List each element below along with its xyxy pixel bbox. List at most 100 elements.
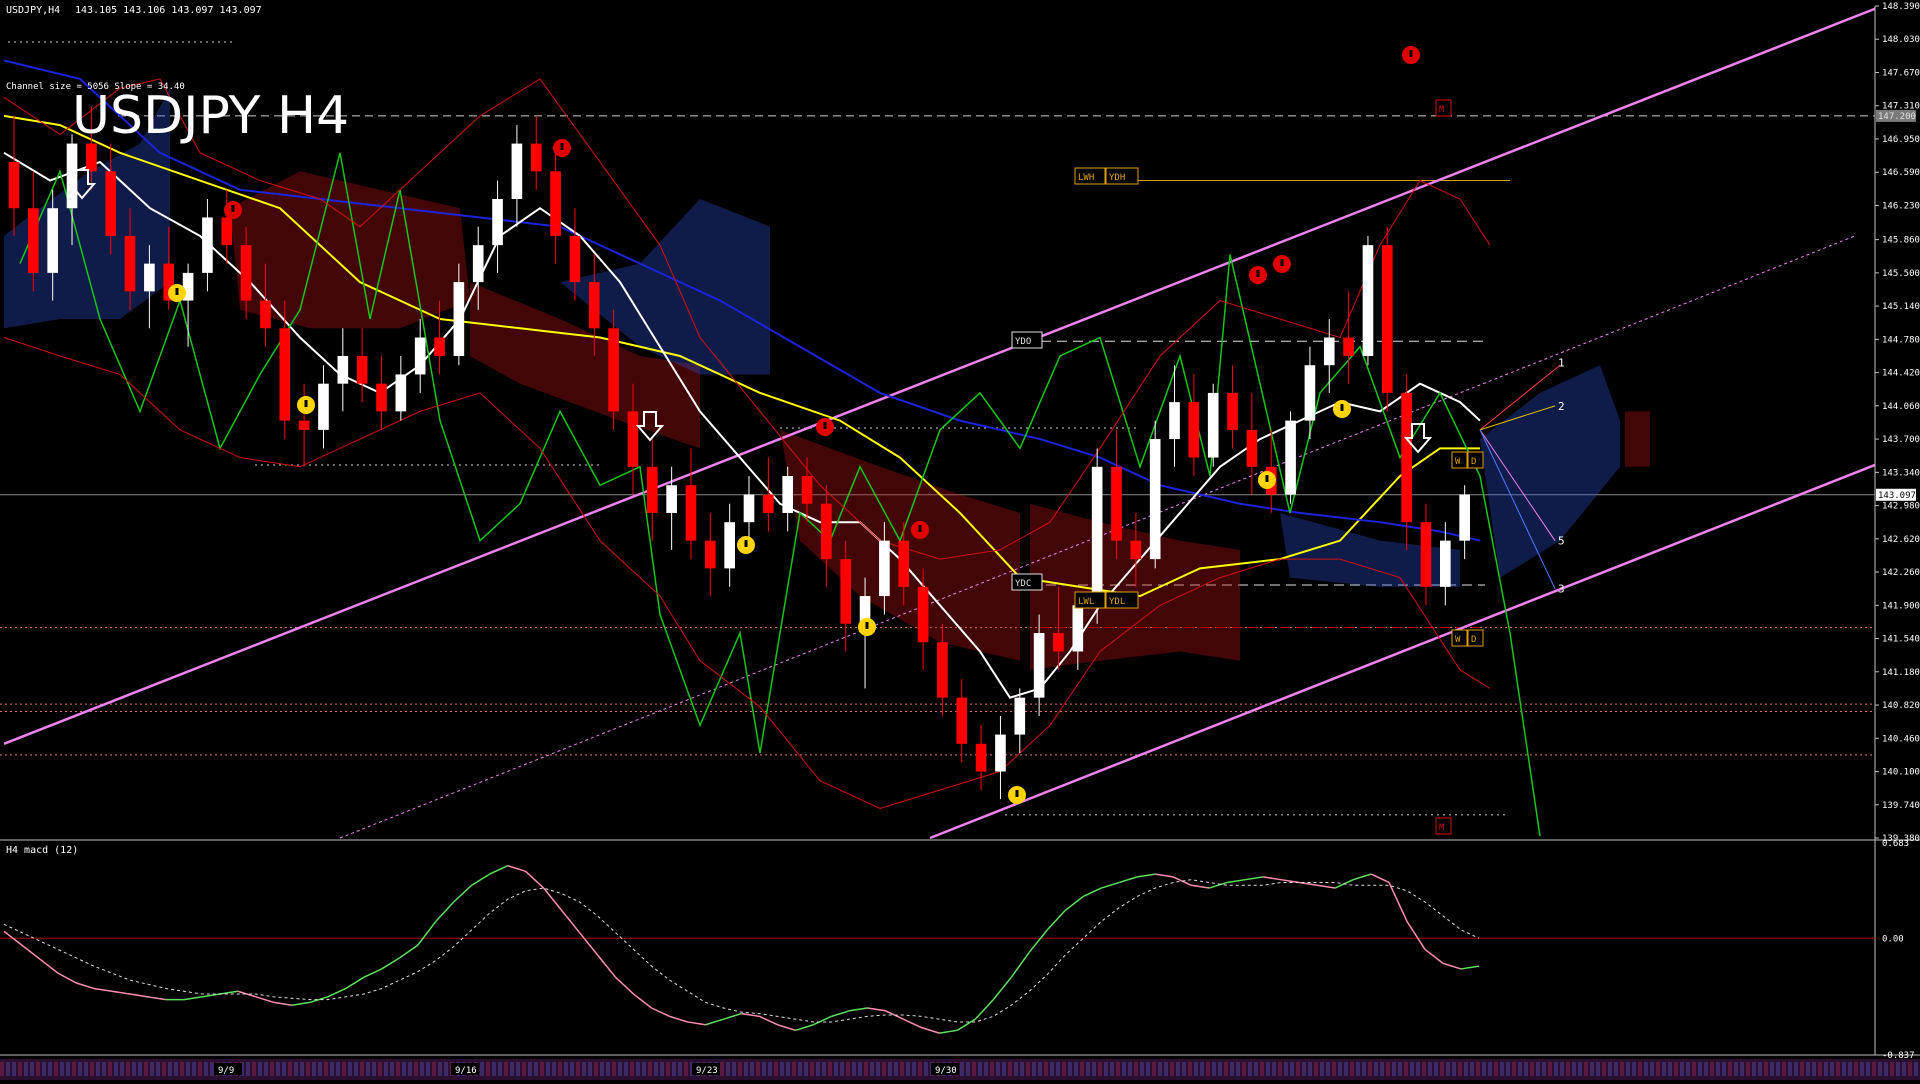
time-strip-cell [1788, 1062, 1792, 1076]
time-strip-cell [822, 1062, 826, 1076]
time-strip-cell [1284, 1062, 1288, 1076]
time-strip-cell [138, 1062, 142, 1076]
y-tick-label: 148.030 [1882, 35, 1920, 45]
time-strip-cell [288, 1062, 292, 1076]
time-strip-cell [1176, 1062, 1180, 1076]
wave-label: 5 [1558, 535, 1565, 548]
candle-bull [1362, 245, 1374, 356]
time-strip-cell [1302, 1062, 1306, 1076]
time-strip-cell [1296, 1062, 1300, 1076]
candle-bear [588, 282, 600, 329]
time-strip-cell [168, 1062, 172, 1076]
time-strip-cell [912, 1062, 916, 1076]
time-strip-cell [1476, 1062, 1480, 1076]
candle-bear [704, 540, 716, 569]
time-strip-cell [648, 1062, 652, 1076]
y-tick-label: 146.950 [1882, 135, 1920, 145]
candle-bear [1227, 392, 1238, 430]
time-strip-cell [90, 1062, 94, 1076]
time-strip-cell [1686, 1062, 1690, 1076]
sell-marker-icon-mark [1256, 270, 1260, 277]
y-tick-label: 146.230 [1882, 201, 1920, 211]
time-strip-cell [420, 1062, 424, 1076]
candle-bear [1381, 245, 1393, 393]
time-strip-cell [1824, 1062, 1828, 1076]
candle-bear [8, 162, 20, 209]
time-strip-cell [804, 1062, 808, 1076]
time-strip-cell [348, 1062, 352, 1076]
time-strip-cell [1638, 1062, 1642, 1076]
time-strip-cell [762, 1062, 766, 1076]
time-strip-cell [780, 1062, 784, 1076]
candle-bear [840, 559, 852, 624]
wave-label: 3 [1558, 583, 1565, 596]
time-strip-cell [858, 1062, 862, 1076]
candle-bull [1149, 439, 1161, 560]
candle-bull [47, 208, 59, 273]
time-strip-cell [1362, 1062, 1366, 1076]
wave-label: 2 [1558, 400, 1565, 413]
time-strip-cell [162, 1062, 166, 1076]
time-strip-cell [744, 1062, 748, 1076]
time-strip-cell [1806, 1062, 1810, 1076]
ydc-box-label: YDC [1015, 579, 1031, 589]
chart-root: YDO YDC LWH YDH LWL YDL M M W D W D 1 2 3 5 148.390 148.… [0, 0, 1920, 1080]
y-tick-label: 143.700 [1882, 435, 1920, 445]
time-strip-cell [1536, 1062, 1540, 1076]
time-strip-cell [1644, 1062, 1648, 1076]
time-strip-cell [270, 1062, 274, 1076]
time-strip-cell [1200, 1062, 1204, 1076]
time-strip-cell [1896, 1062, 1900, 1076]
time-strip-cell [840, 1062, 844, 1076]
time-strip-cell [1422, 1062, 1426, 1076]
time-strip-cell [1620, 1062, 1624, 1076]
time-strip-cell [1722, 1062, 1726, 1076]
time-strip-cell [870, 1062, 874, 1076]
time-strip-cell [1908, 1062, 1912, 1076]
time-strip-cell [1692, 1062, 1696, 1076]
time-strip-cell [252, 1062, 256, 1076]
time-strip-cell [1848, 1062, 1852, 1076]
candle-bull [1014, 697, 1026, 735]
time-strip-cell [1782, 1062, 1786, 1076]
time-strip-cell [672, 1062, 676, 1076]
ydh-box-label: YDH [1109, 173, 1125, 183]
time-strip-cell [36, 1062, 40, 1076]
time-strip-cell [750, 1062, 754, 1076]
candle-bear [801, 476, 813, 504]
time-strip-cell [78, 1062, 82, 1076]
candle-bull [337, 355, 349, 384]
time-strip-cell [1836, 1062, 1840, 1076]
candle-bear [260, 300, 271, 329]
time-strip-cell [966, 1062, 970, 1076]
time-strip-cell [1734, 1062, 1738, 1076]
time-strip-cell [906, 1062, 910, 1076]
time-strip-cell [984, 1062, 988, 1076]
time-strip-cell [1854, 1062, 1858, 1076]
time-strip-cell [318, 1062, 322, 1076]
y-tick-label: 141.540 [1882, 635, 1920, 645]
candle-bear [821, 503, 832, 560]
time-strip-cell [1152, 1062, 1156, 1076]
time-strip-cell [372, 1062, 376, 1076]
time-strip-cell [1338, 1062, 1342, 1076]
time-strip-cell [1800, 1062, 1804, 1076]
time-strip-cell [1290, 1062, 1294, 1076]
time-strip-cell [426, 1062, 430, 1076]
candle-bear [685, 485, 697, 541]
time-strip-cell [1524, 1062, 1528, 1076]
time-strip-cell [312, 1062, 316, 1076]
x-tick-label: 9/9 [218, 1066, 234, 1076]
time-strip-cell [444, 1062, 448, 1076]
buy-marker-icon-mark [1340, 404, 1344, 411]
time-strip-cell [588, 1062, 592, 1076]
time-strip-cell [1608, 1062, 1612, 1076]
time-strip-cell [552, 1062, 556, 1076]
time-strip-cell [1260, 1062, 1264, 1076]
candle-bear [1188, 402, 1200, 458]
time-strip-cell [756, 1062, 760, 1076]
candle-bear [105, 171, 117, 236]
time-strip-cell [1038, 1062, 1042, 1076]
price-chart[interactable]: YDOYDCLWH YDHLWL YDLMMW DW D1235 148.390148.… [0, 0, 1920, 1080]
time-strip-cell [576, 1062, 580, 1076]
